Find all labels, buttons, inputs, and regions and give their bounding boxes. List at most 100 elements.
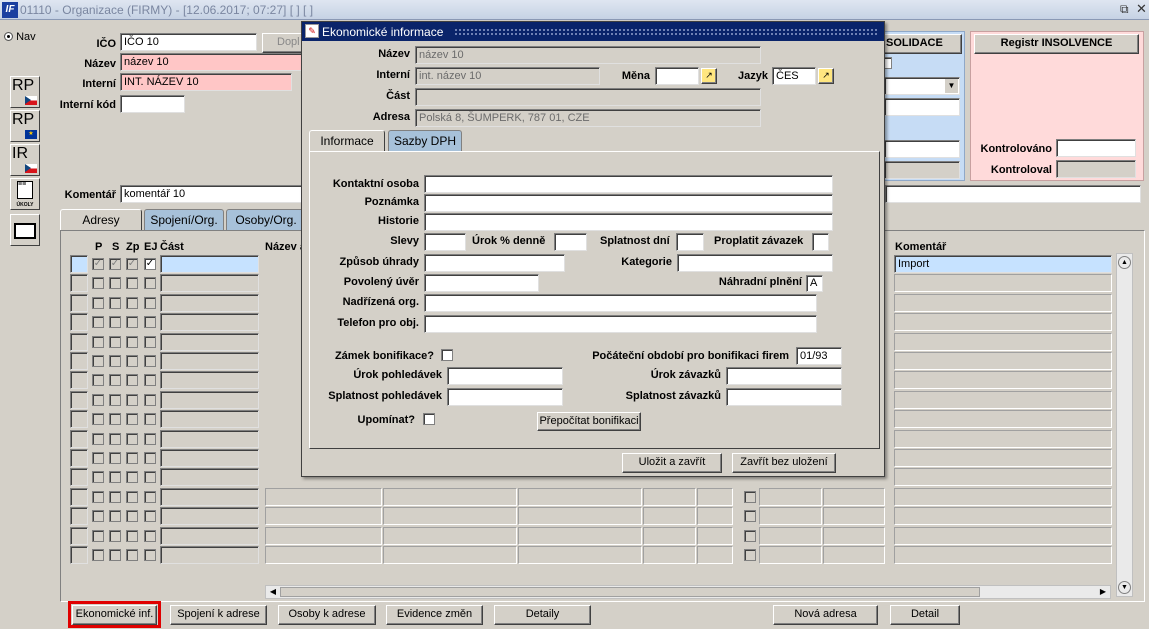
table-cell[interactable] bbox=[265, 507, 382, 525]
row-ej-checkbox[interactable] bbox=[144, 549, 156, 561]
table-cell[interactable] bbox=[697, 507, 733, 525]
table-cell[interactable] bbox=[643, 488, 696, 506]
row-flag-checkbox[interactable] bbox=[126, 471, 138, 483]
row-flag-checkbox[interactable] bbox=[109, 491, 121, 503]
row-flag-checkbox[interactable] bbox=[109, 549, 121, 561]
rp-eu-button[interactable]: RP ★ bbox=[10, 110, 40, 142]
row-flag-checkbox[interactable] bbox=[92, 471, 104, 483]
row-ej-checkbox[interactable] bbox=[144, 297, 156, 309]
row-flag-checkbox[interactable] bbox=[92, 336, 104, 348]
row-flag-checkbox[interactable] bbox=[92, 277, 104, 289]
row-flag-checkbox[interactable] bbox=[126, 491, 138, 503]
solidace-button[interactable]: SOLIDACE bbox=[884, 34, 962, 54]
row-flag-checkbox[interactable] bbox=[92, 316, 104, 328]
row-selector[interactable] bbox=[70, 430, 88, 448]
row-flag-checkbox[interactable] bbox=[109, 452, 121, 464]
komentar-field[interactable]: komentář 10 bbox=[120, 185, 302, 203]
scroll-up-icon[interactable]: ▲ bbox=[1118, 256, 1131, 269]
row-selector[interactable] bbox=[70, 371, 88, 389]
row-flag-checkbox[interactable] bbox=[109, 297, 121, 309]
row-selector[interactable] bbox=[70, 468, 88, 486]
row-komentar-cell[interactable] bbox=[894, 468, 1112, 486]
row-flag-checkbox[interactable] bbox=[109, 413, 121, 425]
row-flag-checkbox[interactable] bbox=[92, 452, 104, 464]
interni-kod-field[interactable] bbox=[120, 95, 185, 113]
row-flag-checkbox[interactable] bbox=[109, 336, 121, 348]
row-ej-checkbox[interactable] bbox=[144, 316, 156, 328]
row-ej-checkbox[interactable] bbox=[144, 491, 156, 503]
row-flag-checkbox[interactable] bbox=[126, 374, 138, 386]
row-ej-checkbox[interactable] bbox=[144, 452, 156, 464]
tab-osoby-org[interactable]: Osoby/Org. bbox=[226, 209, 306, 230]
jazyk-field[interactable]: ČES bbox=[772, 67, 816, 85]
komentar-field-continued[interactable] bbox=[885, 185, 1141, 203]
row-cast-cell[interactable] bbox=[160, 391, 259, 409]
row-cast-cell[interactable] bbox=[160, 430, 259, 448]
row-selector[interactable] bbox=[70, 449, 88, 467]
table-cell[interactable] bbox=[823, 488, 885, 506]
row-ej-checkbox[interactable] bbox=[144, 471, 156, 483]
scroll-right-icon[interactable]: ▶ bbox=[1097, 586, 1109, 598]
first-row-komentar[interactable]: Import bbox=[894, 255, 1112, 273]
row-komentar-cell[interactable] bbox=[894, 294, 1112, 312]
table-cell[interactable] bbox=[518, 527, 642, 545]
row-selector[interactable] bbox=[70, 488, 88, 506]
scroll-thumb[interactable] bbox=[280, 587, 980, 597]
scroll-left-icon[interactable]: ◀ bbox=[267, 586, 279, 598]
row-flag-checkbox[interactable] bbox=[92, 491, 104, 503]
row-flag-checkbox[interactable] bbox=[92, 433, 104, 445]
row-cast-cell[interactable] bbox=[160, 527, 259, 545]
row-flag-checkbox[interactable] bbox=[109, 277, 121, 289]
solidace-field-3[interactable] bbox=[884, 140, 960, 158]
row-flag-checkbox[interactable] bbox=[126, 452, 138, 464]
row-flag-checkbox[interactable] bbox=[92, 355, 104, 367]
row-komentar-cell[interactable] bbox=[894, 371, 1112, 389]
osoby-k-adrese-button[interactable]: Osoby k adrese bbox=[278, 605, 376, 625]
row-ej-checkbox[interactable]: ✓ bbox=[144, 258, 156, 270]
row-cast-cell[interactable] bbox=[160, 274, 259, 292]
table-cell[interactable] bbox=[518, 488, 642, 506]
table-cell[interactable] bbox=[697, 488, 733, 506]
row-flag-checkbox[interactable] bbox=[744, 491, 756, 503]
zpusob-uhrady-field[interactable] bbox=[424, 254, 565, 272]
row-flag-checkbox[interactable] bbox=[126, 510, 138, 522]
row-selector[interactable] bbox=[70, 546, 88, 564]
table-cell[interactable] bbox=[643, 507, 696, 525]
row-selector[interactable] bbox=[70, 255, 88, 273]
rp-cz-button[interactable]: RP bbox=[10, 76, 40, 108]
row-cast-cell[interactable] bbox=[160, 488, 259, 506]
urok-pohledavek-field[interactable] bbox=[447, 367, 563, 385]
row-flag-checkbox[interactable] bbox=[109, 510, 121, 522]
row-komentar-cell[interactable] bbox=[894, 430, 1112, 448]
povoleny-uver-field[interactable] bbox=[424, 274, 539, 292]
tab-informace[interactable]: Informace bbox=[309, 130, 385, 151]
row-flag-checkbox[interactable] bbox=[744, 510, 756, 522]
tab-sazby-dph[interactable]: Sazby DPH bbox=[388, 130, 462, 151]
row-selector[interactable] bbox=[70, 410, 88, 428]
nazev-field[interactable]: název 10 bbox=[120, 53, 306, 71]
row-flag-checkbox[interactable] bbox=[92, 374, 104, 386]
grid-horizontal-scrollbar[interactable]: ◀ ▶ bbox=[265, 585, 1111, 599]
ukoly-button[interactable]: ≡≡ ÚKOLY bbox=[10, 178, 40, 210]
building-button[interactable] bbox=[10, 214, 40, 246]
zamek-bonifikace-checkbox[interactable] bbox=[441, 349, 453, 361]
row-flag-checkbox[interactable] bbox=[126, 433, 138, 445]
row-ej-checkbox[interactable] bbox=[144, 530, 156, 542]
table-cell[interactable] bbox=[383, 507, 517, 525]
nav-radio[interactable]: Nav bbox=[4, 31, 36, 43]
row-flag-checkbox[interactable] bbox=[92, 413, 104, 425]
row-flag-checkbox[interactable]: ✓ bbox=[109, 258, 121, 270]
table-cell[interactable] bbox=[643, 527, 696, 545]
slevy-field[interactable] bbox=[424, 233, 466, 251]
urok-zavazku-field[interactable] bbox=[726, 367, 842, 385]
jazyk-picker-icon[interactable]: ↗ bbox=[818, 68, 834, 84]
poznamka-field[interactable] bbox=[424, 194, 833, 212]
kategorie-field[interactable] bbox=[677, 254, 833, 272]
row-komentar-cell[interactable] bbox=[894, 333, 1112, 351]
tab-adresy[interactable]: Adresy bbox=[60, 209, 142, 230]
row-selector[interactable] bbox=[70, 313, 88, 331]
row-flag-checkbox[interactable] bbox=[126, 336, 138, 348]
row-flag-checkbox[interactable] bbox=[126, 413, 138, 425]
telefon-pro-obj-field[interactable] bbox=[424, 315, 817, 333]
splatnost-dni-field[interactable] bbox=[676, 233, 704, 251]
